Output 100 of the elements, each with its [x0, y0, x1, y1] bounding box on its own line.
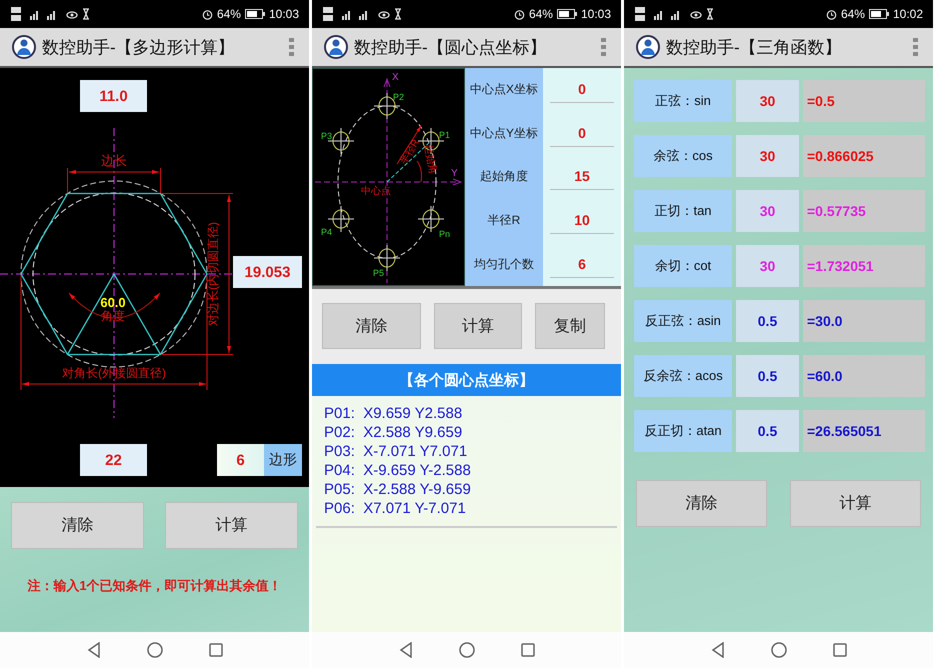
input-field[interactable]: 30 — [736, 190, 799, 232]
input-field[interactable]: 30 — [736, 135, 799, 177]
sim-card-icon — [10, 6, 24, 22]
calculate-button[interactable]: 计算 — [790, 480, 921, 527]
hint-note: 注：输入1个已知条件，即可计算出其余值！ — [27, 577, 282, 595]
input-field[interactable]: 15 — [550, 163, 614, 190]
result-value: =30.0 — [803, 300, 925, 342]
clear-button[interactable]: 清除 — [11, 502, 144, 549]
recents-button[interactable] — [832, 643, 846, 657]
input-field[interactable]: 30 — [736, 80, 799, 122]
more-vertical-icon — [913, 38, 919, 56]
sides-unit-label: 边形 — [264, 444, 302, 476]
clear-button[interactable]: 清除 — [322, 303, 421, 349]
result-line: P03: X-7.071 Y7.071 — [324, 442, 468, 461]
battery-percent: 64% — [216, 7, 241, 21]
result-line: P04: X-9.659 Y-2.588 — [324, 461, 472, 480]
overflow-menu-button[interactable] — [599, 36, 609, 58]
home-button[interactable] — [770, 642, 786, 658]
across-flats-field[interactable]: 19.053 — [233, 256, 302, 288]
recents-square-icon — [832, 643, 846, 657]
calculate-button[interactable]: 计算 — [434, 303, 522, 349]
back-triangle-icon — [710, 642, 724, 658]
recents-button[interactable] — [520, 643, 534, 657]
more-vertical-icon — [601, 38, 607, 56]
y-axis-label: Y — [451, 168, 458, 179]
app-title: 数控助手-【多边形计算】 — [42, 36, 236, 58]
hole-point-label: Pn — [439, 229, 450, 239]
sides-field[interactable]: 6 — [217, 444, 264, 476]
function-label: 余弦：cos — [634, 135, 732, 177]
home-button[interactable] — [146, 642, 162, 658]
back-button[interactable] — [86, 642, 100, 658]
back-triangle-icon — [86, 642, 100, 658]
result-value: =0.57735 — [803, 190, 925, 232]
input-field[interactable]: 30 — [736, 245, 799, 287]
input-field[interactable]: 0.5 — [736, 410, 799, 452]
back-button[interactable] — [398, 642, 412, 658]
across-corners-field[interactable]: 22 — [80, 444, 147, 476]
battery-icon — [244, 9, 265, 19]
side-length-label: 边长 — [101, 153, 127, 168]
sim-card-icon — [634, 6, 648, 22]
home-circle-icon — [458, 642, 474, 658]
hole-point-label: P2 — [393, 92, 404, 102]
hourglass-icon — [394, 8, 402, 20]
field-label: 半径R — [465, 198, 543, 242]
copy-button[interactable]: 复制 — [535, 303, 605, 349]
result-line: P02: X2.588 Y9.659 — [324, 423, 464, 442]
back-button[interactable] — [710, 642, 724, 658]
battery-icon — [868, 9, 889, 19]
alarm-clock-icon — [514, 8, 525, 20]
home-circle-icon — [146, 642, 162, 658]
hole-point-label: P1 — [439, 130, 450, 140]
x-axis-label: X — [392, 72, 399, 83]
input-field[interactable]: 0 — [550, 120, 614, 147]
hourglass-icon — [82, 8, 90, 20]
alarm-clock-icon — [826, 8, 837, 20]
function-label: 反正切：atan — [634, 410, 732, 452]
input-field[interactable]: 10 — [550, 207, 614, 234]
function-label: 反余弦：acos — [634, 355, 732, 397]
start-angle-label: 起始角 — [422, 144, 438, 176]
results-header: 【各个圆心点坐标】 — [312, 364, 621, 396]
input-field[interactable]: 6 — [550, 250, 614, 278]
back-triangle-icon — [398, 642, 412, 658]
app-title: 数控助手-【圆心点坐标】 — [354, 36, 548, 58]
hole-point-label: P4 — [321, 227, 332, 237]
function-label: 余切：cot — [634, 245, 732, 287]
input-field[interactable]: 0.5 — [736, 355, 799, 397]
function-label: 正弦：sin — [634, 80, 732, 122]
field-label: 中心点Y坐标 — [465, 112, 543, 156]
side-length-field[interactable]: 11.0 — [80, 80, 147, 112]
result-line: P05: X-2.588 Y-9.659 — [324, 480, 472, 499]
alarm-clock-icon — [202, 8, 213, 20]
overflow-menu-button[interactable] — [287, 36, 297, 58]
battery-percent: 64% — [840, 7, 865, 21]
result-value: =60.0 — [803, 355, 925, 397]
clock-time: 10:02 — [892, 7, 923, 21]
clear-button[interactable]: 清除 — [636, 480, 767, 527]
home-circle-icon — [770, 642, 786, 658]
recents-button[interactable] — [208, 643, 222, 657]
result-line: P01: X9.659 Y2.588 — [324, 404, 464, 423]
battery-icon — [556, 9, 577, 19]
home-button[interactable] — [458, 642, 474, 658]
radius-label: 半径R — [398, 138, 422, 167]
clock-time: 10:03 — [268, 7, 299, 21]
function-label: 反正弦：asin — [634, 300, 732, 342]
clock-time: 10:03 — [580, 7, 611, 21]
field-label: 中心点X坐标 — [465, 68, 543, 112]
hole-point-label: P3 — [321, 131, 332, 141]
input-field[interactable]: 0 — [550, 76, 614, 104]
across-flats-label: 对边长(内切圆直径) — [206, 222, 220, 326]
overflow-menu-button[interactable] — [911, 36, 921, 58]
more-vertical-icon — [289, 38, 295, 56]
input-field[interactable]: 0.5 — [736, 300, 799, 342]
field-label: 均匀孔个数 — [465, 242, 543, 286]
calculate-button[interactable]: 计算 — [165, 502, 298, 549]
app-logo-icon — [636, 35, 660, 59]
app-title: 数控助手-【三角函数】 — [666, 36, 843, 58]
result-line: P06: X7.071 Y-7.071 — [324, 499, 467, 518]
angle-value: 60.0 — [100, 295, 126, 310]
result-value: =1.732051 — [803, 245, 925, 287]
result-value: =0.5 — [803, 80, 925, 122]
